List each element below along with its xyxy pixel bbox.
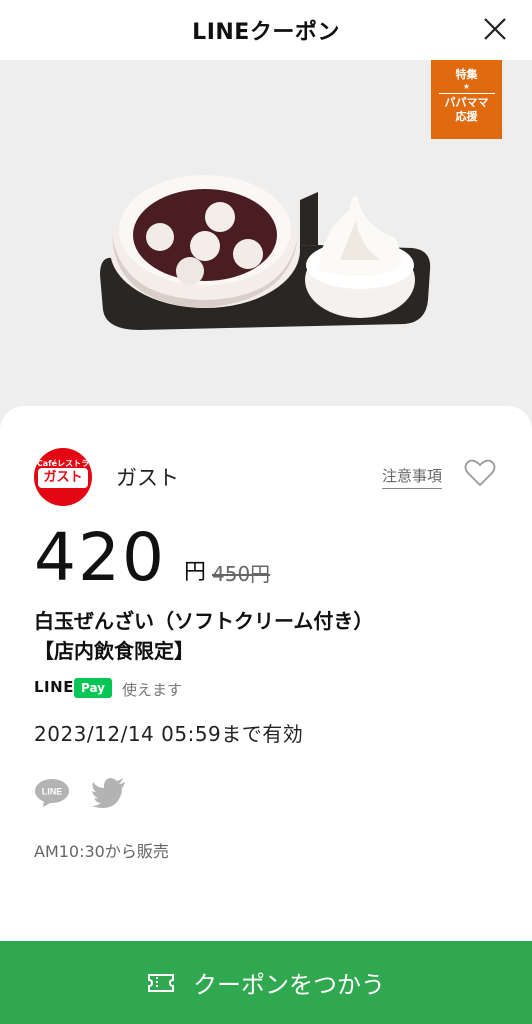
ribbon-star: ★ xyxy=(462,82,471,91)
coupon-hero-image: 特集 ★ パパママ 応援 xyxy=(0,60,532,430)
twitter-share-icon[interactable] xyxy=(92,778,126,808)
line-pay-row: LINE Pay 使えます xyxy=(34,676,504,702)
page-title: LINEクーポン xyxy=(192,20,340,45)
coupon-title: 白玉ぜんざい（ソフトクリーム付き） 【店内飲食限定】 xyxy=(34,606,504,666)
feature-ribbon: 特集 ★ パパママ 応援 xyxy=(431,60,502,139)
pay-badge: Pay xyxy=(74,678,112,698)
sale-start-time: AM10:30から販売 xyxy=(34,842,169,861)
heart-icon[interactable] xyxy=(464,458,496,488)
pay-availability: 使えます xyxy=(122,681,183,699)
ticket-icon xyxy=(148,973,174,992)
title-line-1: 白玉ぜんざい（ソフトクリーム付き） xyxy=(34,609,374,633)
ribbon-line1: パパママ xyxy=(444,96,489,109)
use-coupon-button[interactable]: クーポンをつかう xyxy=(0,941,532,1024)
brand-name: ガスト xyxy=(116,466,179,490)
svg-text:LINE: LINE xyxy=(42,787,63,797)
use-coupon-label: クーポンをつかう xyxy=(193,971,385,999)
price-unit: 円 xyxy=(184,560,207,585)
close-icon[interactable] xyxy=(480,14,510,44)
ribbon-label: 特集 xyxy=(455,68,478,81)
coupon-card: Caféレストラン ガスト ガスト 注意事項 420 円 450円 白玉ぜんざい… xyxy=(0,406,532,966)
title-line-2: 【店内飲食限定】 xyxy=(34,639,194,663)
logo-big-text: ガスト xyxy=(38,468,88,488)
ribbon-line2: 応援 xyxy=(455,110,478,123)
line-logo: LINE xyxy=(34,678,74,696)
gusto-logo: Caféレストラン ガスト xyxy=(34,448,92,506)
price-row: 420 円 450円 xyxy=(34,518,504,598)
brand-row: Caféレストラン ガスト ガスト 注意事項 xyxy=(34,448,504,506)
valid-until: 2023/12/14 05:59まで有効 xyxy=(34,722,304,746)
line-share-icon[interactable]: LINE xyxy=(34,778,70,808)
coupon-price: 420 xyxy=(34,519,166,596)
original-price: 450円 xyxy=(212,562,271,586)
notice-link[interactable]: 注意事項 xyxy=(381,465,442,489)
header-bar: LINEクーポン xyxy=(0,0,532,60)
share-row: LINE xyxy=(34,778,234,810)
ribbon-divider xyxy=(438,93,495,94)
